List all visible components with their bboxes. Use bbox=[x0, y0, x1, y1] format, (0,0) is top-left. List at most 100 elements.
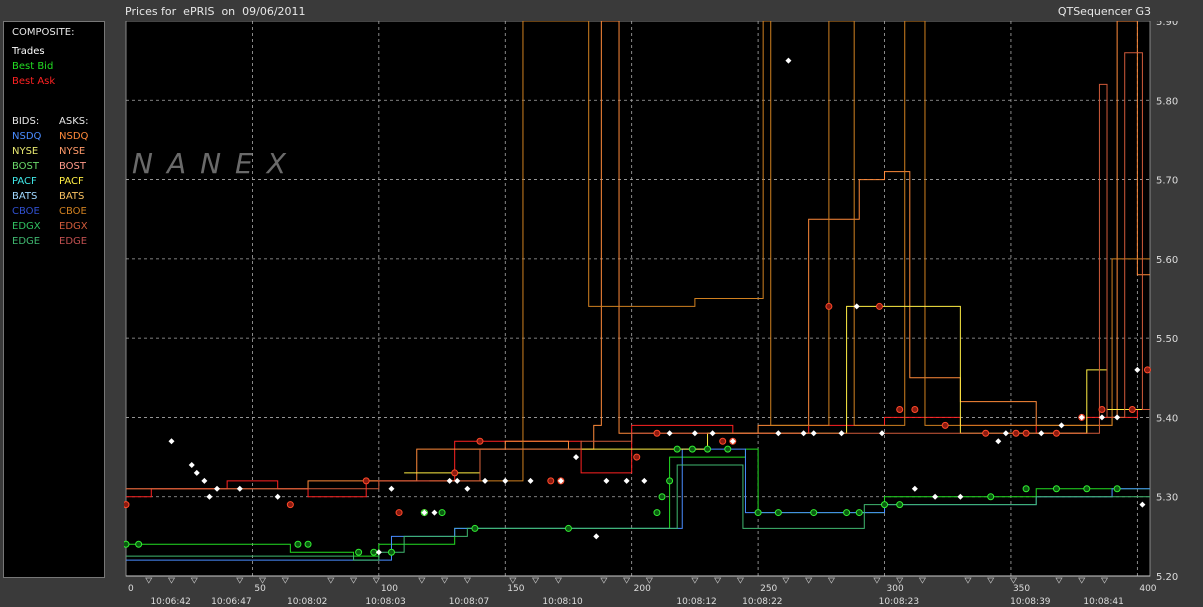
time-marker bbox=[418, 577, 426, 584]
time-marker bbox=[145, 577, 153, 584]
bids-title: BIDS: bbox=[12, 116, 40, 127]
best-bid-marker bbox=[724, 445, 732, 453]
time-label: 10:08:23 bbox=[879, 597, 919, 607]
time-marker bbox=[873, 577, 881, 584]
best-bid-marker bbox=[896, 501, 904, 509]
time-marker bbox=[281, 577, 289, 584]
best-bid-marker bbox=[471, 524, 479, 532]
legend-bid-nsdq: NSDQ bbox=[12, 131, 42, 142]
y-tick-label: 5.50 bbox=[1156, 334, 1178, 345]
x-tick-label: 0 bbox=[128, 584, 134, 594]
time-marker bbox=[327, 577, 335, 584]
time-marker bbox=[372, 577, 380, 584]
time-marker bbox=[600, 577, 608, 584]
time-marker bbox=[236, 577, 244, 584]
time-label: 10:08:41 bbox=[1083, 597, 1123, 607]
best-ask-marker bbox=[124, 501, 130, 509]
best-bid-marker bbox=[754, 509, 762, 517]
legend-ask-nyse: NYSE bbox=[59, 146, 86, 157]
time-marker bbox=[190, 577, 198, 584]
time-marker bbox=[805, 577, 813, 584]
x-tick-label: 300 bbox=[887, 584, 904, 594]
legend-ask-bost: BOST bbox=[59, 161, 87, 172]
legend-bid-nyse: NYSE bbox=[12, 146, 39, 157]
time-marker bbox=[827, 577, 836, 584]
x-tick-label: 150 bbox=[507, 584, 524, 594]
best-ask-marker bbox=[825, 302, 833, 310]
legend-ask-edge: EDGE bbox=[59, 236, 88, 247]
best-bid-marker bbox=[688, 445, 696, 453]
best-ask-marker bbox=[911, 406, 919, 413]
best-ask-marker bbox=[653, 429, 661, 437]
time-marker bbox=[1009, 577, 1018, 584]
x-tick-label: 50 bbox=[254, 584, 266, 594]
best-ask-marker bbox=[362, 477, 370, 485]
y-tick-label: 5.90 bbox=[1156, 21, 1178, 28]
time-label: 10:08:02 bbox=[287, 597, 327, 607]
time-marker bbox=[554, 577, 562, 584]
legend-bid-pacf: PACF bbox=[12, 176, 37, 187]
legend-best-ask: Best Ask bbox=[12, 76, 56, 87]
best-bid-marker bbox=[135, 540, 143, 548]
time-marker bbox=[167, 577, 176, 584]
legend-ask-nsdq: NSDQ bbox=[59, 131, 89, 142]
x-tick-label: 400 bbox=[1139, 584, 1156, 594]
best-bid-marker bbox=[673, 445, 681, 453]
best-bid-marker bbox=[124, 540, 130, 548]
best-ask-marker bbox=[1022, 429, 1030, 437]
time-marker bbox=[714, 577, 722, 584]
best-bid-marker bbox=[658, 493, 666, 501]
best-ask-marker bbox=[395, 509, 403, 517]
time-marker bbox=[1078, 577, 1086, 584]
plot-area bbox=[125, 21, 1151, 577]
best-ask-marker bbox=[451, 469, 459, 477]
best-bid-marker bbox=[881, 501, 889, 509]
time-marker bbox=[531, 577, 540, 584]
time-label: 10:08:39 bbox=[1010, 597, 1051, 607]
best-bid-marker bbox=[843, 509, 851, 517]
time-marker bbox=[623, 577, 631, 584]
y-tick-label: 5.70 bbox=[1156, 176, 1178, 187]
best-ask-marker bbox=[1143, 366, 1151, 374]
legend-bid-bats: BATS bbox=[12, 191, 38, 202]
time-label: 10:08:10 bbox=[542, 597, 583, 607]
time-marker bbox=[782, 577, 790, 584]
best-bid-marker bbox=[666, 477, 674, 485]
best-bid-marker bbox=[294, 540, 302, 548]
time-marker bbox=[258, 577, 267, 584]
legend-ask-edgx: EDGX bbox=[59, 221, 88, 232]
legend-bid-cboe: CBOE bbox=[12, 206, 40, 217]
best-bid-marker bbox=[355, 548, 363, 556]
best-bid-marker bbox=[704, 445, 712, 453]
best-ask-marker bbox=[896, 406, 904, 413]
legend-ask-pacf: PACF bbox=[59, 176, 84, 187]
legend-ask-bats: BATS bbox=[59, 191, 85, 202]
best-bid-marker bbox=[855, 509, 863, 517]
composite-title: COMPOSITE: bbox=[12, 27, 75, 38]
best-ask-marker bbox=[476, 437, 484, 445]
time-marker bbox=[1055, 577, 1063, 584]
best-bid-marker bbox=[1052, 485, 1060, 493]
best-ask-marker bbox=[982, 429, 990, 437]
x-tick-label: 100 bbox=[381, 584, 398, 594]
best-ask-marker bbox=[633, 453, 641, 461]
legend-trades: Trades bbox=[12, 46, 45, 57]
time-marker bbox=[987, 577, 995, 584]
time-label: 10:06:42 bbox=[150, 597, 190, 607]
y-tick-label: 5.30 bbox=[1156, 493, 1178, 504]
time-label: 10:08:07 bbox=[449, 597, 489, 607]
best-bid-marker bbox=[438, 509, 446, 517]
best-bid-marker bbox=[304, 540, 312, 548]
best-bid-marker bbox=[653, 509, 661, 517]
price-chart: NANEX 5.20 5.30 5.40 5.50 5.60 5.70 5.80 5.90 0 50… bbox=[124, 21, 1178, 607]
asks-title: ASKS: bbox=[59, 116, 89, 127]
x-tick-label: 250 bbox=[760, 584, 777, 594]
time-marker bbox=[736, 577, 745, 584]
best-bid-marker bbox=[1083, 485, 1091, 493]
legend-bid-bost: BOST bbox=[12, 161, 40, 172]
time-label: 10:06:47 bbox=[211, 597, 251, 607]
best-ask-marker bbox=[1098, 406, 1106, 413]
y-tick-label: 5.40 bbox=[1156, 413, 1178, 424]
time-marker bbox=[440, 577, 449, 584]
x-tick-label: 350 bbox=[1013, 584, 1030, 594]
